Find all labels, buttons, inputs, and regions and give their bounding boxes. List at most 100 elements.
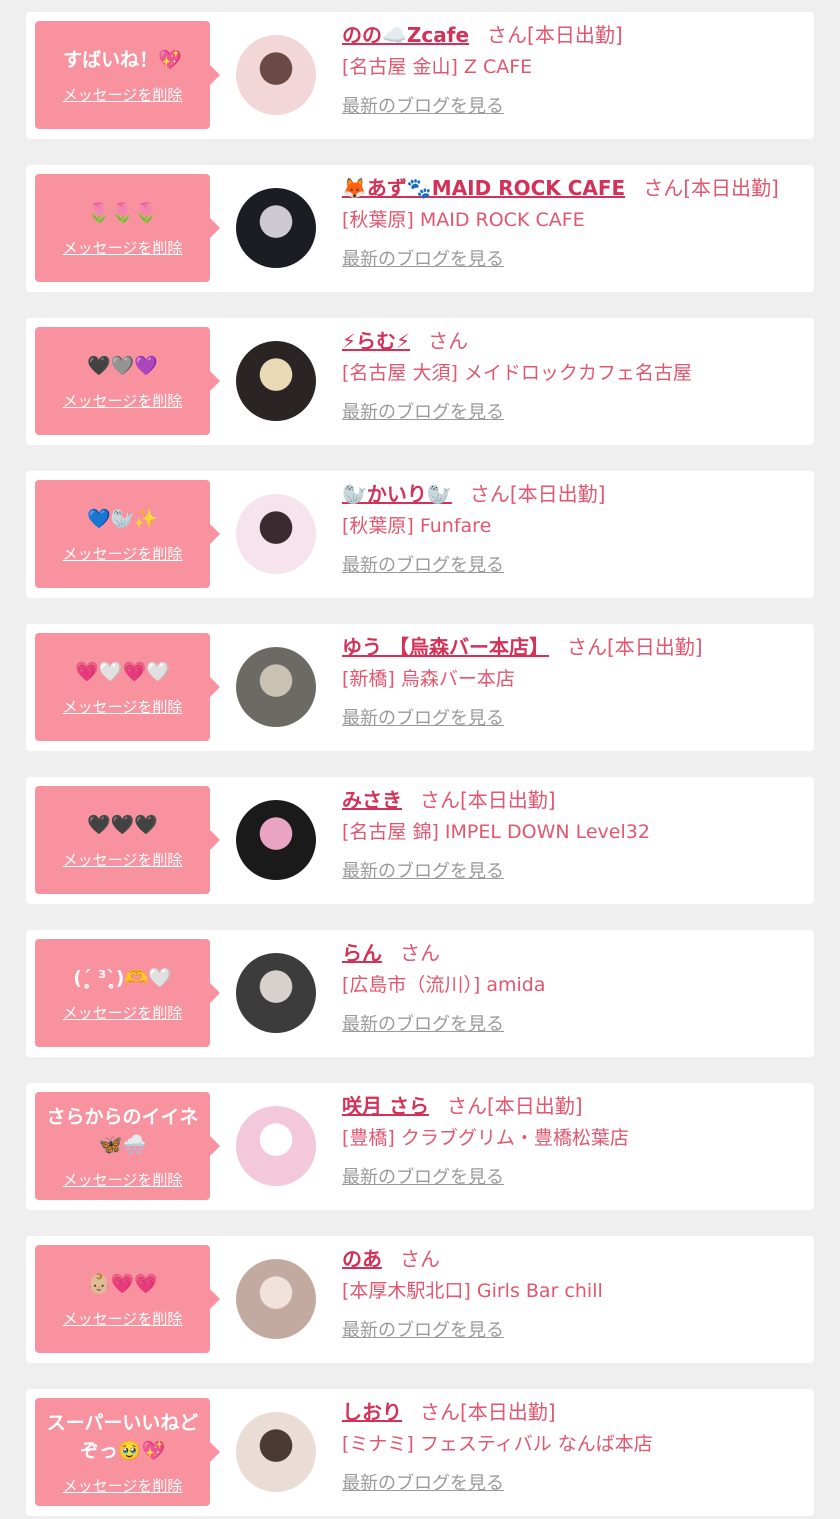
status-label: [本日出勤] xyxy=(683,176,779,200)
cast-info: 咲月 さら さん[本日出勤] [豊橋] クラブグリム・豊橋松葉店 最新のブログを見… xyxy=(342,1091,804,1189)
status-label: [本日出勤] xyxy=(486,1094,583,1118)
message-text: 🖤🖤🖤 xyxy=(87,813,158,836)
avatar[interactable] xyxy=(236,800,316,880)
message-text: 👶🏼💗💗 xyxy=(87,1272,158,1295)
status-label: [本日出勤] xyxy=(509,482,606,506)
message-card: さらからのイイネ🦋🌨️ メッセージを削除 咲月 さら さん[本日出勤] [豊橋] … xyxy=(26,1083,814,1210)
delete-message-link[interactable]: メッセージを削除 xyxy=(63,1475,183,1496)
message-bubble: 🖤🩶💜 メッセージを削除 xyxy=(35,327,220,435)
honorific: さん xyxy=(446,1094,487,1118)
message-bubble: スーパーいいねどぞっ🥹💖 メッセージを削除 xyxy=(35,1398,220,1506)
cast-name-link[interactable]: のあ xyxy=(342,1247,382,1271)
message-text: スーパーいいねどぞっ🥹💖 xyxy=(46,1411,199,1462)
honorific: さん xyxy=(566,635,607,659)
shop-label: [名古屋 錦] IMPEL DOWN Level32 xyxy=(342,821,650,843)
cast-name-link[interactable]: 🦭かいり🦭 xyxy=(342,482,452,506)
message-card: 🌷🌷🌷 メッセージを削除 🦊あず🐾MAID ROCK CAFE さん[本日出勤] … xyxy=(26,165,814,292)
message-bubble: 🖤🖤🖤 メッセージを削除 xyxy=(35,786,220,894)
shop-label: [名古屋 大須] メイドロックカフェ名古屋 xyxy=(342,362,692,384)
message-card: 💗🤍💗🤍 メッセージを削除 ゆう 【烏森バー本店】 さん[本日出勤] [新橋] 烏… xyxy=(26,624,814,751)
shop-label: [名古屋 金山] Z CAFE xyxy=(342,56,533,78)
latest-blog-link[interactable]: 最新のブログを見る xyxy=(342,1010,504,1036)
avatar[interactable] xyxy=(236,647,316,727)
shop-label: [新橋] 烏森バー本店 xyxy=(342,668,515,690)
cast-info: 🦊あず🐾MAID ROCK CAFE さん[本日出勤] [秋葉原] MAID RO… xyxy=(342,173,804,271)
cast-info: みさき さん[本日出勤] [名古屋 錦] IMPEL DOWN Level32 最… xyxy=(342,785,804,883)
honorific: さん xyxy=(487,23,528,47)
avatar[interactable] xyxy=(236,341,316,421)
latest-blog-link[interactable]: 最新のブログを見る xyxy=(342,1163,504,1189)
message-card: 👶🏼💗💗 メッセージを削除 のあ さん [本厚木駅北口] Girls Bar ch… xyxy=(26,1236,814,1363)
shop-label: [本厚木駅北口] Girls Bar chill xyxy=(342,1280,603,1302)
delete-message-link[interactable]: メッセージを削除 xyxy=(63,390,183,411)
honorific: さん xyxy=(400,941,440,965)
delete-message-link[interactable]: メッセージを削除 xyxy=(63,696,183,717)
cast-name-link[interactable]: 🦊あず🐾MAID ROCK CAFE xyxy=(342,176,625,200)
cast-name-link[interactable]: しおり xyxy=(342,1400,402,1424)
message-text: 💙🦭✨ xyxy=(87,507,158,530)
cast-name-link[interactable]: のの☁️Zcafe xyxy=(342,23,469,47)
message-card: 🖤🖤🖤 メッセージを削除 みさき さん[本日出勤] [名古屋 錦] IMPEL D… xyxy=(26,777,814,904)
latest-blog-link[interactable]: 最新のブログを見る xyxy=(342,92,504,118)
avatar[interactable] xyxy=(236,953,316,1033)
shop-label: [秋葉原] Funfare xyxy=(342,515,492,537)
delete-message-link[interactable]: メッセージを削除 xyxy=(63,1169,183,1190)
avatar[interactable] xyxy=(236,1259,316,1339)
shop-label: [秋葉原] MAID ROCK CAFE xyxy=(342,209,585,231)
avatar[interactable] xyxy=(236,35,316,115)
honorific: さん xyxy=(420,1400,460,1424)
message-card: すばいね！💖 メッセージを削除 のの☁️Zcafe さん[本日出勤] [名古屋 金… xyxy=(26,12,814,139)
honorific: さん xyxy=(469,482,510,506)
message-bubble: 💗🤍💗🤍 メッセージを削除 xyxy=(35,633,220,741)
avatar[interactable] xyxy=(236,1412,316,1492)
message-bubble: 💙🦭✨ メッセージを削除 xyxy=(35,480,220,588)
shop-label: [広島市（流川）] amida xyxy=(342,974,546,996)
cast-name-link[interactable]: らん xyxy=(342,941,382,965)
delete-message-link[interactable]: メッセージを削除 xyxy=(63,1308,183,1329)
cast-info: ⚡らむ⚡ さん [名古屋 大須] メイドロックカフェ名古屋 最新のブログを見る xyxy=(342,326,804,424)
status-label: [本日出勤] xyxy=(606,635,703,659)
cast-name-link[interactable]: ⚡らむ⚡ xyxy=(342,329,410,353)
honorific: さん xyxy=(400,1247,440,1271)
message-text: 🌷🌷🌷 xyxy=(87,201,158,224)
message-bubble: 👶🏼💗💗 メッセージを削除 xyxy=(35,1245,220,1353)
status-label: [本日出勤] xyxy=(460,1400,556,1424)
message-card: スーパーいいねどぞっ🥹💖 メッセージを削除 しおり さん[本日出勤] [ミナミ] … xyxy=(26,1389,814,1516)
latest-blog-link[interactable]: 最新のブログを見る xyxy=(342,857,504,883)
cast-info: しおり さん[本日出勤] [ミナミ] フェスティバル なんば本店 最新のブログを見… xyxy=(342,1397,804,1495)
message-text: さらからのイイネ🦋🌨️ xyxy=(46,1105,199,1156)
cast-info: 🦭かいり🦭 さん[本日出勤] [秋葉原] Funfare 最新のブログを見る xyxy=(342,479,804,577)
message-card: 💙🦭✨ メッセージを削除 🦭かいり🦭 さん[本日出勤] [秋葉原] Funfare… xyxy=(26,471,814,598)
avatar[interactable] xyxy=(236,188,316,268)
status-label: [本日出勤] xyxy=(460,788,556,812)
avatar[interactable] xyxy=(236,494,316,574)
cast-name-link[interactable]: みさき xyxy=(342,788,402,812)
latest-blog-link[interactable]: 最新のブログを見る xyxy=(342,245,504,271)
latest-blog-link[interactable]: 最新のブログを見る xyxy=(342,551,504,577)
shop-label: [豊橋] クラブグリム・豊橋松葉店 xyxy=(342,1127,629,1149)
latest-blog-link[interactable]: 最新のブログを見る xyxy=(342,704,504,730)
avatar[interactable] xyxy=(236,1106,316,1186)
message-bubble: (ˊ̥̥̥̥̥ ³ˋ̥̥̥̥̥)🫶🤍 メッセージを削除 xyxy=(35,939,220,1047)
message-bubble: さらからのイイネ🦋🌨️ メッセージを削除 xyxy=(35,1092,220,1200)
message-card: (ˊ̥̥̥̥̥ ³ˋ̥̥̥̥̥)🫶🤍 メッセージを削除 らん さん [広島市（流川… xyxy=(26,930,814,1057)
message-text: すばいね！💖 xyxy=(63,48,182,71)
message-list: すばいね！💖 メッセージを削除 のの☁️Zcafe さん[本日出勤] [名古屋 金… xyxy=(0,0,840,1516)
honorific: さん xyxy=(420,788,460,812)
cast-name-link[interactable]: ゆう 【烏森バー本店】 xyxy=(342,635,549,659)
honorific: さん xyxy=(643,176,684,200)
delete-message-link[interactable]: メッセージを削除 xyxy=(63,237,183,258)
message-text: 🖤🩶💜 xyxy=(87,354,158,377)
delete-message-link[interactable]: メッセージを削除 xyxy=(63,1002,183,1023)
delete-message-link[interactable]: メッセージを削除 xyxy=(63,84,183,105)
cast-info: のあ さん [本厚木駅北口] Girls Bar chill 最新のブログを見る xyxy=(342,1244,804,1342)
cast-info: らん さん [広島市（流川）] amida 最新のブログを見る xyxy=(342,938,804,1036)
cast-name-link[interactable]: 咲月 さら xyxy=(342,1094,429,1118)
message-bubble: すばいね！💖 メッセージを削除 xyxy=(35,21,220,129)
message-text: (ˊ̥̥̥̥̥ ³ˋ̥̥̥̥̥)🫶🤍 xyxy=(73,966,172,989)
delete-message-link[interactable]: メッセージを削除 xyxy=(63,543,183,564)
latest-blog-link[interactable]: 最新のブログを見る xyxy=(342,1469,504,1495)
latest-blog-link[interactable]: 最新のブログを見る xyxy=(342,1316,504,1342)
latest-blog-link[interactable]: 最新のブログを見る xyxy=(342,398,504,424)
delete-message-link[interactable]: メッセージを削除 xyxy=(63,849,183,870)
